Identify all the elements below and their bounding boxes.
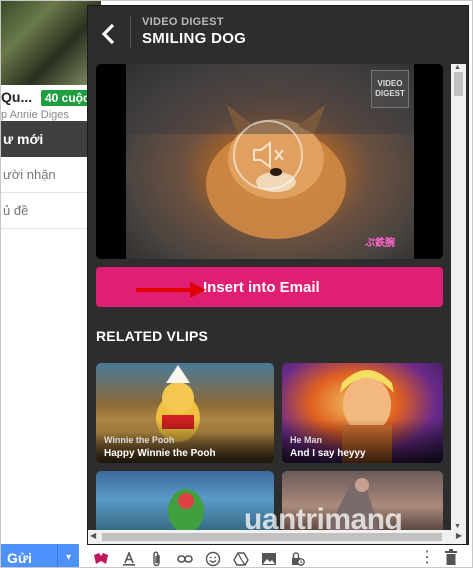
drive-icon[interactable] <box>233 551 249 567</box>
card-category: Winnie the Pooh <box>104 435 175 445</box>
send-button[interactable]: Gửi <box>1 544 57 567</box>
insert-into-email-button[interactable]: Insert into Email <box>96 267 443 307</box>
contact-badge: 40 cuộc <box>41 90 94 106</box>
confidential-icon[interactable] <box>289 551 305 567</box>
contact-photo <box>1 1 101 85</box>
scroll-left-icon[interactable]: ◀ <box>90 531 96 540</box>
horizontal-scroll-thumb[interactable] <box>102 533 442 541</box>
compose-header: ư mới <box>1 121 91 157</box>
vlip-panel: VIDEO DIGEST SMILING DOG VIDEO DIGEST ぷ鉄… <box>87 5 469 545</box>
vlip-category: VIDEO DIGEST <box>142 16 224 28</box>
panel-header: VIDEO DIGEST SMILING DOG <box>88 6 468 62</box>
card-category: He Man <box>290 435 323 445</box>
send-options-button[interactable]: ▾ <box>57 544 79 567</box>
subject-field[interactable]: ủ đề <box>1 193 91 229</box>
scroll-thumb[interactable] <box>454 72 463 96</box>
mute-button[interactable] <box>233 120 303 190</box>
emoji-icon[interactable] <box>205 551 221 567</box>
back-button[interactable] <box>96 16 120 52</box>
link-icon[interactable] <box>177 551 193 567</box>
trash-icon[interactable] <box>444 549 458 565</box>
card-title: And I say heyyy <box>290 448 366 459</box>
scroll-right-icon[interactable]: ▶ <box>456 531 462 540</box>
scroll-up-icon[interactable]: ▲ <box>454 64 461 71</box>
more-options-icon[interactable]: ⋮ <box>419 547 435 567</box>
related-vlip-card[interactable]: Winnie the Pooh Happy Winnie the Pooh <box>96 363 274 463</box>
text-format-icon[interactable] <box>121 551 137 567</box>
vlip-icon[interactable] <box>93 551 109 567</box>
insert-button-label: Insert into Email <box>203 278 320 296</box>
card-title: Happy Winnie the Pooh <box>104 448 216 459</box>
header-divider <box>130 16 131 48</box>
video-channel-logo: ぷ鉄腕 <box>365 238 395 249</box>
image-icon[interactable] <box>261 551 277 567</box>
related-vlips-heading: RELATED VLIPS <box>96 328 209 344</box>
contact-sub: p Annie Diges <box>1 109 69 121</box>
muted-speaker-icon <box>253 140 284 170</box>
contact-name: Qu... <box>1 89 33 105</box>
screen: Qu... 40 cuộc p Annie Diges ư mới ười nh… <box>0 0 473 568</box>
related-vlip-card[interactable]: He Man And I say heyyy <box>282 363 443 463</box>
horizontal-scrollbar[interactable]: ◀ ▶ <box>88 530 466 544</box>
to-field[interactable]: ười nhận <box>1 157 91 193</box>
video-preview[interactable]: VIDEO DIGEST ぷ鉄腕 <box>96 64 443 259</box>
red-arrow-icon <box>136 282 206 298</box>
vlip-title: SMILING DOG <box>142 30 247 47</box>
attach-icon[interactable] <box>149 551 165 567</box>
video-watermark: VIDEO DIGEST <box>371 70 409 108</box>
scroll-down-icon[interactable]: ▼ <box>454 523 461 530</box>
chevron-left-icon <box>101 23 115 45</box>
vertical-scrollbar[interactable]: ▲ ▼ <box>451 64 466 530</box>
compose-toolbar <box>87 547 311 567</box>
